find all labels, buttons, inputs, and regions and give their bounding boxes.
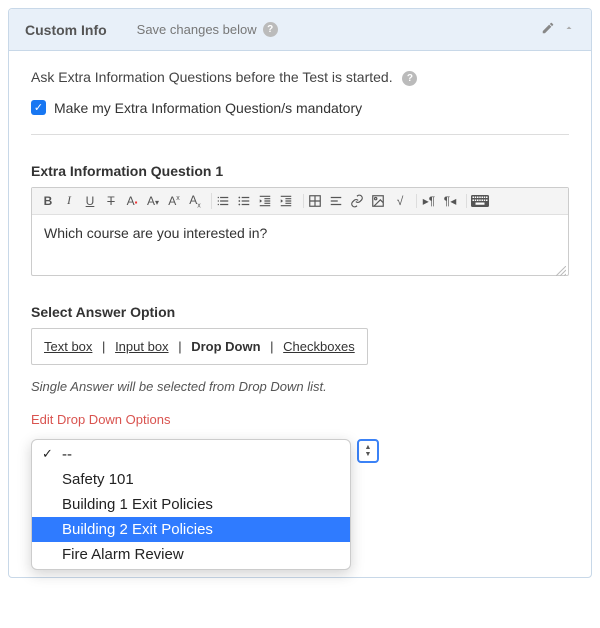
superscript-icon[interactable]: Ax [166,194,182,208]
editor-toolbar: B I U T A▪ A▾ Ax Ax [32,188,568,215]
dropdown-item-building-1[interactable]: Building 1 Exit Policies [32,492,350,517]
custom-info-panel: Custom Info Save changes below ? Ask Ext… [8,8,592,578]
answer-option-box: Text box | Input box | Drop Down | Check… [31,328,368,365]
font-size-icon[interactable]: A▾ [145,194,161,208]
help-icon[interactable]: ? [263,22,278,37]
chevron-down-icon: ▼ [365,451,372,458]
align-icon[interactable] [329,194,345,208]
editor-textarea[interactable]: Which course are you interested in? [32,215,568,275]
edit-icon[interactable] [541,21,555,38]
mandatory-checkbox[interactable]: ✓ [31,100,46,115]
unordered-list-icon[interactable] [237,194,253,208]
rtl-icon[interactable]: ¶◂ [442,194,458,208]
dropdown-item-safety-101[interactable]: Safety 101 [32,467,350,492]
question-label: Extra Information Question 1 [31,163,569,179]
ordered-list-icon[interactable] [216,194,232,208]
keyboard-icon[interactable] [471,194,489,208]
italic-icon[interactable]: I [61,193,77,208]
option-checkboxes[interactable]: Checkboxes [283,339,355,354]
intro-label: Ask Extra Information Questions before t… [31,69,393,85]
dropdown-item-fire-alarm[interactable]: Fire Alarm Review [32,542,350,567]
intro-text: Ask Extra Information Questions before t… [31,69,569,86]
panel-header: Custom Info Save changes below ? [9,9,591,51]
dropdown-item-placeholder[interactable]: -- [32,442,350,467]
mandatory-checkbox-row[interactable]: ✓ Make my Extra Information Question/s m… [31,100,569,116]
dropdown-item-building-2[interactable]: Building 2 Exit Policies [32,517,350,542]
outdent-icon[interactable] [258,194,274,208]
dropdown-list: -- Safety 101 Building 1 Exit Policies B… [31,439,351,570]
underline-icon[interactable]: U [82,194,98,208]
ltr-icon[interactable]: ▸¶ [421,194,437,208]
select-stepper[interactable]: ▲ ▼ [357,439,379,463]
font-color-icon[interactable]: A▪ [124,194,140,208]
dropdown-area: ▲ ▼ -- Safety 101 Building 1 Exit Polici… [31,439,569,559]
table-icon[interactable] [308,194,324,208]
panel-body: Ask Extra Information Questions before t… [9,51,591,577]
collapse-icon[interactable] [563,22,575,37]
answer-option-label: Select Answer Option [31,304,569,320]
link-icon[interactable] [350,194,366,208]
chevron-up-icon: ▲ [365,444,372,451]
strike-icon[interactable]: T [103,194,119,208]
question-text: Which course are you interested in? [44,225,267,241]
bold-icon[interactable]: B [40,194,56,208]
divider [31,134,569,135]
answer-option-hint: Single Answer will be selected from Drop… [31,379,569,394]
help-icon[interactable]: ? [402,71,417,86]
image-icon[interactable] [371,194,387,208]
formula-icon[interactable]: √ [392,194,408,208]
mandatory-label: Make my Extra Information Question/s man… [54,100,362,116]
resize-handle-icon[interactable] [556,263,566,273]
option-input-box[interactable]: Input box [115,339,169,354]
indent-icon[interactable] [279,194,295,208]
panel-title: Custom Info [25,22,107,38]
subscript-icon[interactable]: Ax [187,193,203,209]
rich-text-editor: B I U T A▪ A▾ Ax Ax [31,187,569,276]
panel-subtitle: Save changes below [137,22,257,37]
option-drop-down[interactable]: Drop Down [191,339,260,354]
option-text-box[interactable]: Text box [44,339,92,354]
edit-dropdown-options-link[interactable]: Edit Drop Down Options [31,412,170,427]
